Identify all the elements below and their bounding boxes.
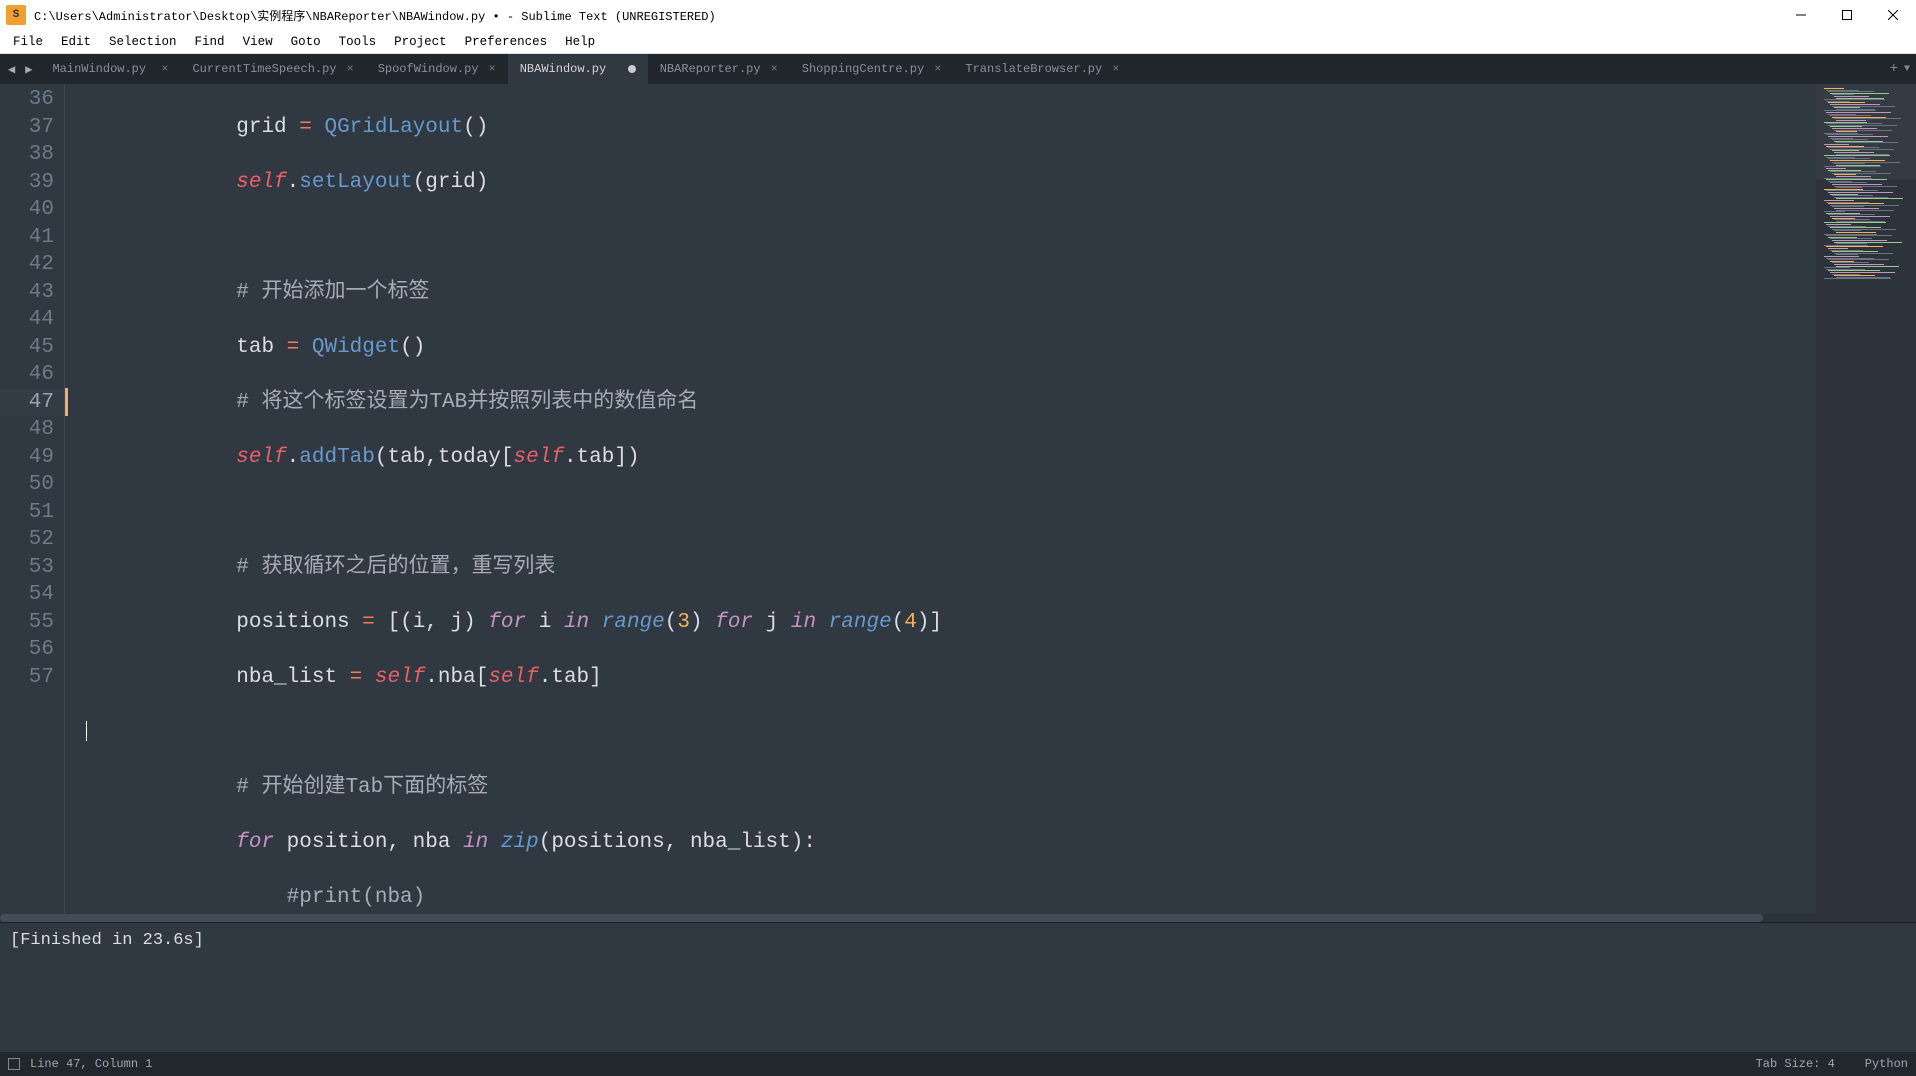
tab-forward-icon[interactable]: ▶ [21,60,36,79]
code-area[interactable]: grid = QGridLayout() self.setLayout(grid… [71,84,1816,914]
window-title: C:\Users\Administrator\Desktop\实例程序\NBAR… [32,7,1778,24]
menu-file[interactable]: File [4,32,52,52]
tab-nav: ◀ ▶ [0,54,40,84]
minimize-button[interactable] [1778,0,1824,30]
menu-tools[interactable]: Tools [330,32,386,52]
tab-menu-icon[interactable]: ▼ [1904,64,1910,75]
close-icon[interactable]: × [161,62,168,76]
tab-size[interactable]: Tab Size: 4 [1756,1057,1835,1071]
tab-label: ShoppingCentre.py [802,62,924,76]
tab-label: SpoofWindow.py [378,62,479,76]
dirty-indicator-icon [628,65,636,73]
modified-line-marker [65,388,68,416]
tab-translatebrowser[interactable]: TranslateBrowser.py × [953,54,1131,84]
tab-label: NBAReporter.py [660,62,761,76]
close-button[interactable] [1870,0,1916,30]
tab-spoofwindow[interactable]: SpoofWindow.py × [366,54,508,84]
close-icon[interactable]: × [347,62,354,76]
output-panel[interactable]: [Finished in 23.6s] [0,922,1916,1052]
menu-preferences[interactable]: Preferences [456,32,557,52]
tab-label: MainWindow.py [52,62,151,76]
menu-help[interactable]: Help [556,32,604,52]
close-icon[interactable]: × [1112,62,1119,76]
titlebar: S C:\Users\Administrator\Desktop\实例程序\NB… [0,0,1916,30]
maximize-button[interactable] [1824,0,1870,30]
tab-currenttimespeech[interactable]: CurrentTimeSpeech.py × [180,54,365,84]
menu-selection[interactable]: Selection [100,32,186,52]
statusbar: Line 47, Column 1 Tab Size: 4 Python [0,1052,1916,1076]
fold-column [65,84,71,914]
tab-label: NBAWindow.py [520,62,618,76]
tab-nbareporter[interactable]: NBAReporter.py × [648,54,790,84]
tab-back-icon[interactable]: ◀ [4,60,19,79]
minimap[interactable] [1816,84,1916,914]
window-controls [1778,0,1916,30]
close-icon[interactable]: × [771,62,778,76]
menubar: File Edit Selection Find View Goto Tools… [0,30,1916,54]
text-cursor [86,721,87,741]
tab-shoppingcentre[interactable]: ShoppingCentre.py × [790,54,954,84]
new-tab-icon[interactable]: + [1890,61,1898,77]
tab-mainwindow[interactable]: MainWindow.py × [40,54,180,84]
tab-actions: + ▼ [1884,54,1916,84]
horizontal-scrollbar[interactable] [0,914,1916,922]
close-icon[interactable]: × [489,62,496,76]
app-icon: S [6,5,26,25]
tab-label: TranslateBrowser.py [965,62,1102,76]
tab-label: CurrentTimeSpeech.py [192,62,336,76]
close-icon[interactable]: × [934,62,941,76]
gutter[interactable]: 3637383940414243444546474849505152535455… [0,84,65,914]
menu-project[interactable]: Project [385,32,456,52]
tab-nbawindow[interactable]: NBAWindow.py [508,54,648,84]
tabbar: ◀ ▶ MainWindow.py × CurrentTimeSpeech.py ×… [0,54,1916,84]
menu-find[interactable]: Find [186,32,234,52]
menu-goto[interactable]: Goto [282,32,330,52]
cursor-position[interactable]: Line 47, Column 1 [30,1057,152,1071]
menu-edit[interactable]: Edit [52,32,100,52]
syntax-language[interactable]: Python [1865,1057,1908,1071]
panel-switcher-icon[interactable] [8,1058,20,1070]
editor: 3637383940414243444546474849505152535455… [0,84,1916,914]
menu-view[interactable]: View [234,32,282,52]
console-output: [Finished in 23.6s] [10,931,204,950]
scrollbar-thumb[interactable] [0,914,1763,922]
